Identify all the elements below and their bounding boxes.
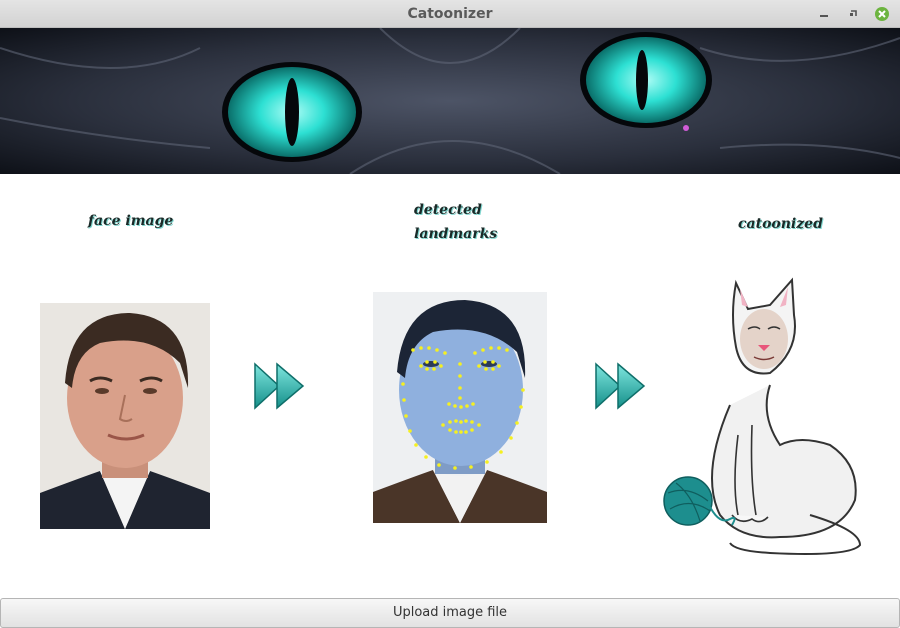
window-title: Catoonizer [407, 6, 493, 22]
face-image-caption: face image [88, 213, 174, 229]
face-image [40, 303, 210, 529]
title-bar: Catoonizer [0, 0, 900, 28]
landmarks-caption-line1: detected [414, 202, 482, 218]
cat-eyes-banner [0, 28, 900, 174]
upload-image-button[interactable]: Upload image file [0, 598, 900, 628]
catoonized-image [663, 277, 862, 555]
fast-forward-icon [595, 362, 646, 410]
minimize-icon[interactable] [816, 6, 832, 22]
restore-icon[interactable] [845, 6, 861, 22]
landmarks-image [373, 292, 547, 523]
fast-forward-icon [254, 362, 305, 410]
landmarks-caption-line2: landmarks [414, 226, 498, 242]
catoonized-caption: catoonized [738, 216, 823, 232]
close-icon[interactable] [874, 6, 890, 22]
